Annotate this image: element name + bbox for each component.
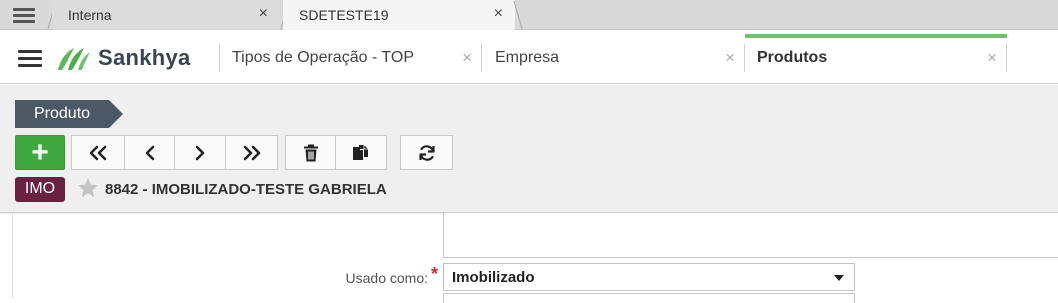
tab-label: Tipos de Operação - TOP [232, 49, 415, 66]
next-field-input[interactable] [443, 293, 855, 303]
record-title: 8842 - IMOBILIZADO-TESTE GABRIELA [105, 181, 387, 198]
tab-label: Produtos [757, 49, 828, 66]
copy-button[interactable] [335, 135, 387, 170]
browser-tab-sdeteste19[interactable]: SDETESTE19 × [283, 0, 515, 30]
next-record-button[interactable] [174, 135, 226, 170]
favorite-star-icon[interactable] [76, 176, 100, 200]
previous-record-icon [145, 145, 154, 160]
last-record-button[interactable] [225, 135, 278, 170]
refresh-icon [418, 144, 435, 161]
description-textarea[interactable] [443, 212, 1058, 258]
chevron-down-icon [834, 275, 844, 281]
refresh-button[interactable] [400, 135, 453, 170]
tab-divider [513, 0, 523, 30]
tab-empresa[interactable]: Empresa × [483, 30, 745, 84]
browser-tab-label: SDETESTE19 [299, 7, 389, 23]
active-tab-indicator [745, 34, 1007, 38]
close-icon[interactable]: × [462, 48, 472, 68]
browser-tab-interna[interactable]: Interna × [52, 0, 280, 30]
required-marker: * [431, 264, 439, 284]
usado-como-select[interactable]: Imobilizado [443, 263, 855, 291]
first-record-button[interactable] [71, 135, 125, 170]
tab-tipos-de-operacao[interactable]: Tipos de Operação - TOP × [220, 30, 482, 84]
hamburger-icon [13, 5, 35, 26]
browser-tab-strip: Interna × SDETESTE19 × [0, 0, 1058, 30]
trash-icon [303, 144, 318, 161]
usado-como-label: Usado como: [345, 270, 428, 286]
form-left-border [12, 214, 13, 298]
browser-menu-button[interactable] [0, 0, 48, 30]
copy-icon [353, 144, 368, 160]
add-button[interactable]: + [15, 135, 65, 170]
usado-como-value: Imobilizado [452, 269, 535, 286]
sankhya-leaf-icon [58, 48, 90, 70]
close-icon[interactable]: × [725, 48, 735, 68]
first-record-icon [89, 145, 107, 160]
delete-button[interactable] [285, 135, 336, 170]
last-record-icon [243, 145, 260, 160]
previous-record-button[interactable] [124, 135, 175, 170]
tab-label: Empresa [495, 49, 560, 66]
app-header: Sankhya Tipos de Operação - TOP × Empres… [0, 30, 1058, 84]
breadcrumb[interactable]: Produto [15, 100, 123, 128]
close-icon[interactable]: × [259, 5, 268, 23]
record-type-badge: IMO [15, 177, 65, 202]
app-menu-icon[interactable] [18, 50, 42, 71]
sankhya-logo: Sankhya [56, 43, 191, 73]
form-area: Usado como: * Imobilizado [0, 212, 1058, 303]
browser-tab-label: Interna [68, 7, 112, 23]
toolbar-area: Produto + IMO 8842 - IMOBILIZADO-TESTE G… [0, 85, 1058, 213]
brand-name: Sankhya [98, 45, 191, 70]
close-icon[interactable]: × [987, 48, 997, 68]
tab-produtos[interactable]: Produtos × [745, 30, 1007, 84]
close-icon[interactable]: × [494, 5, 503, 23]
next-record-icon [195, 145, 205, 160]
